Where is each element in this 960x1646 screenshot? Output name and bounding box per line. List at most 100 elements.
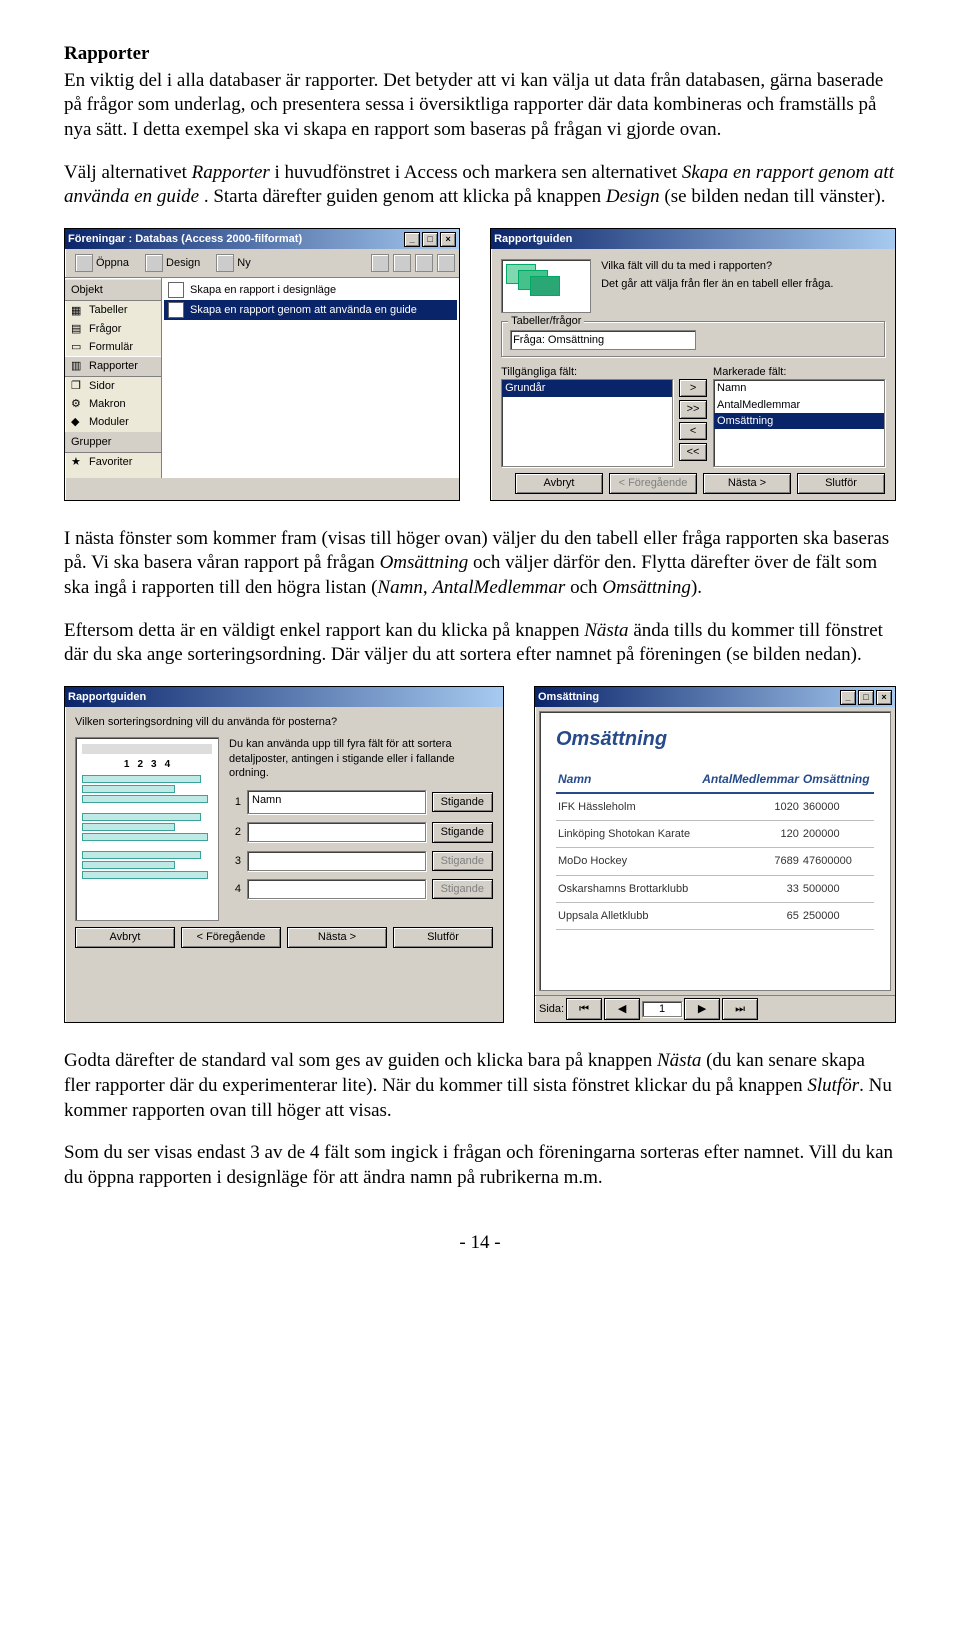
minimize-icon[interactable]: _ bbox=[840, 690, 856, 705]
cell: Oskarshamns Brottarklubb bbox=[556, 875, 697, 902]
source-combo[interactable]: Fråga: Omsättning bbox=[510, 330, 696, 350]
table-row: MoDo Hockey768947600000 bbox=[556, 848, 874, 875]
cell: 1020 bbox=[697, 793, 801, 821]
sidebar-item-makron[interactable]: ⚙Makron bbox=[65, 395, 161, 413]
cell: 33 bbox=[697, 875, 801, 902]
label: Sidor bbox=[89, 379, 115, 393]
move-left-button[interactable]: < bbox=[679, 422, 707, 440]
label: Ny bbox=[237, 256, 250, 270]
selected-list[interactable]: Namn AntalMedlemmar Omsättning bbox=[713, 379, 885, 467]
list-item[interactable]: Omsättning bbox=[714, 413, 884, 429]
finish-button[interactable]: Slutför bbox=[797, 473, 885, 493]
table-row: Uppsala Alletklubb65250000 bbox=[556, 902, 874, 929]
prev-button: < Föregående bbox=[609, 473, 697, 493]
wizard-title: Rapportguiden bbox=[68, 690, 146, 704]
close-icon[interactable]: × bbox=[876, 690, 892, 705]
first-page-button[interactable]: ⏮ bbox=[566, 998, 602, 1020]
sort-field-combo[interactable]: Namn bbox=[247, 790, 426, 814]
wizard-hint: Du kan använda upp till fyra fält för at… bbox=[229, 737, 493, 780]
page-number: - 14 - bbox=[64, 1231, 896, 1256]
report-window-title: Omsättning bbox=[538, 690, 599, 704]
design-button[interactable]: Design bbox=[139, 252, 206, 274]
list-item[interactable]: Skapa en rapport genom att använda en gu… bbox=[164, 300, 457, 320]
paragraph-3: I nästa fönster som kommer fram (visas t… bbox=[64, 527, 896, 601]
sort-row-2: 2 Stigande bbox=[229, 822, 493, 842]
db-window: Föreningar : Databas (Access 2000-filfor… bbox=[64, 228, 460, 501]
cell: MoDo Hockey bbox=[556, 848, 697, 875]
text-italic: Slutför bbox=[807, 1075, 859, 1096]
row-number: 1 bbox=[229, 795, 241, 809]
page-heading: Rapporter bbox=[64, 42, 896, 67]
next-page-button[interactable]: ▶ bbox=[684, 998, 720, 1020]
page-number-input[interactable]: 1 bbox=[642, 1001, 682, 1017]
sort-field-combo[interactable] bbox=[247, 822, 426, 842]
prev-button[interactable]: < Föregående bbox=[181, 927, 281, 947]
wizard-subtext: Det går att välja från fler än en tabell… bbox=[601, 277, 885, 291]
db-titlebar: Föreningar : Databas (Access 2000-filfor… bbox=[65, 229, 459, 249]
view-details-icon[interactable] bbox=[437, 254, 455, 272]
maximize-icon[interactable]: □ bbox=[422, 232, 438, 247]
wizard-icon bbox=[168, 302, 184, 318]
available-list[interactable]: Grundår bbox=[501, 379, 673, 467]
paragraph-5: Godta därefter de standard val som ges a… bbox=[64, 1049, 896, 1123]
move-right-button[interactable]: > bbox=[679, 379, 707, 397]
sidebar-item-formular[interactable]: ▭Formulär bbox=[65, 338, 161, 356]
list-item[interactable]: AntalMedlemmar bbox=[714, 397, 884, 413]
finish-button[interactable]: Slutför bbox=[393, 927, 493, 947]
group-label: Tabeller/frågor bbox=[508, 314, 584, 328]
cell: 200000 bbox=[801, 821, 874, 848]
cell: Linköping Shotokan Karate bbox=[556, 821, 697, 848]
cancel-button[interactable]: Avbryt bbox=[515, 473, 603, 493]
text-italic: Omsättning bbox=[380, 552, 469, 573]
text: ). bbox=[691, 577, 702, 598]
db-toolbar: Öppna Design Ny bbox=[65, 249, 459, 278]
objects-header: Objekt bbox=[65, 280, 161, 301]
cell: IFK Hässleholm bbox=[556, 793, 697, 821]
view-large-icon[interactable] bbox=[371, 254, 389, 272]
list-item[interactable]: Namn bbox=[714, 380, 884, 396]
sidebar-item-favoriter[interactable]: ★Favoriter bbox=[65, 453, 161, 471]
sort-direction-button: Stigande bbox=[432, 879, 493, 899]
maximize-icon[interactable]: □ bbox=[858, 690, 874, 705]
move-all-right-button[interactable]: >> bbox=[679, 400, 707, 418]
prev-page-button[interactable]: ◀ bbox=[604, 998, 640, 1020]
col-header: AntalMedlemmar bbox=[697, 768, 801, 793]
paragraph-4: Eftersom detta är en väldigt enkel rappo… bbox=[64, 619, 896, 668]
sidebar-item-fragor[interactable]: ▤Frågor bbox=[65, 320, 161, 338]
objects-sidebar: Objekt ▦Tabeller ▤Frågor ▭Formulär ▥Rapp… bbox=[65, 278, 162, 478]
next-button[interactable]: Nästa > bbox=[703, 473, 791, 493]
sidebar-item-sidor[interactable]: ❐Sidor bbox=[65, 377, 161, 395]
next-button[interactable]: Nästa > bbox=[287, 927, 387, 947]
sort-direction-button[interactable]: Stigande bbox=[432, 822, 493, 842]
db-title: Föreningar : Databas (Access 2000-filfor… bbox=[68, 232, 302, 246]
combo-value: Fråga: Omsättning bbox=[513, 333, 604, 347]
list-item[interactable]: Skapa en rapport i designläge bbox=[164, 280, 457, 300]
sidebar-item-moduler[interactable]: ◆Moduler bbox=[65, 413, 161, 431]
open-button[interactable]: Öppna bbox=[69, 252, 135, 274]
tables-queries-group: Tabeller/frågor Fråga: Omsättning bbox=[501, 321, 885, 357]
close-icon[interactable]: × bbox=[440, 232, 456, 247]
report-title: Omsättning bbox=[556, 726, 874, 752]
macro-icon: ⚙ bbox=[71, 397, 85, 411]
sort-row-4: 4 Stigande bbox=[229, 879, 493, 899]
text-italic: AntalMedlemmar bbox=[432, 577, 565, 598]
sort-row-3: 3 Stigande bbox=[229, 851, 493, 871]
last-page-button[interactable]: ⏭ bbox=[722, 998, 758, 1020]
cancel-button[interactable]: Avbryt bbox=[75, 927, 175, 947]
minimize-icon[interactable]: _ bbox=[404, 232, 420, 247]
move-all-left-button[interactable]: << bbox=[679, 443, 707, 461]
view-small-icon[interactable] bbox=[393, 254, 411, 272]
nav-label: Sida: bbox=[539, 1002, 564, 1016]
sort-direction-button: Stigande bbox=[432, 851, 493, 871]
view-list-icon[interactable] bbox=[415, 254, 433, 272]
cell: 250000 bbox=[801, 902, 874, 929]
wizard-question: Vilken sorteringsordning vill du använda… bbox=[75, 715, 493, 729]
sort-direction-button[interactable]: Stigande bbox=[432, 792, 493, 812]
list-item[interactable]: Grundår bbox=[502, 380, 672, 396]
sidebar-item-tabeller[interactable]: ▦Tabeller bbox=[65, 301, 161, 319]
sidebar-item-rapporter[interactable]: ▥Rapporter bbox=[65, 356, 161, 376]
new-button[interactable]: Ny bbox=[210, 252, 256, 274]
table-row: IFK Hässleholm1020360000 bbox=[556, 793, 874, 821]
wizard-icon bbox=[168, 282, 184, 298]
table-icon: ▦ bbox=[71, 304, 85, 318]
